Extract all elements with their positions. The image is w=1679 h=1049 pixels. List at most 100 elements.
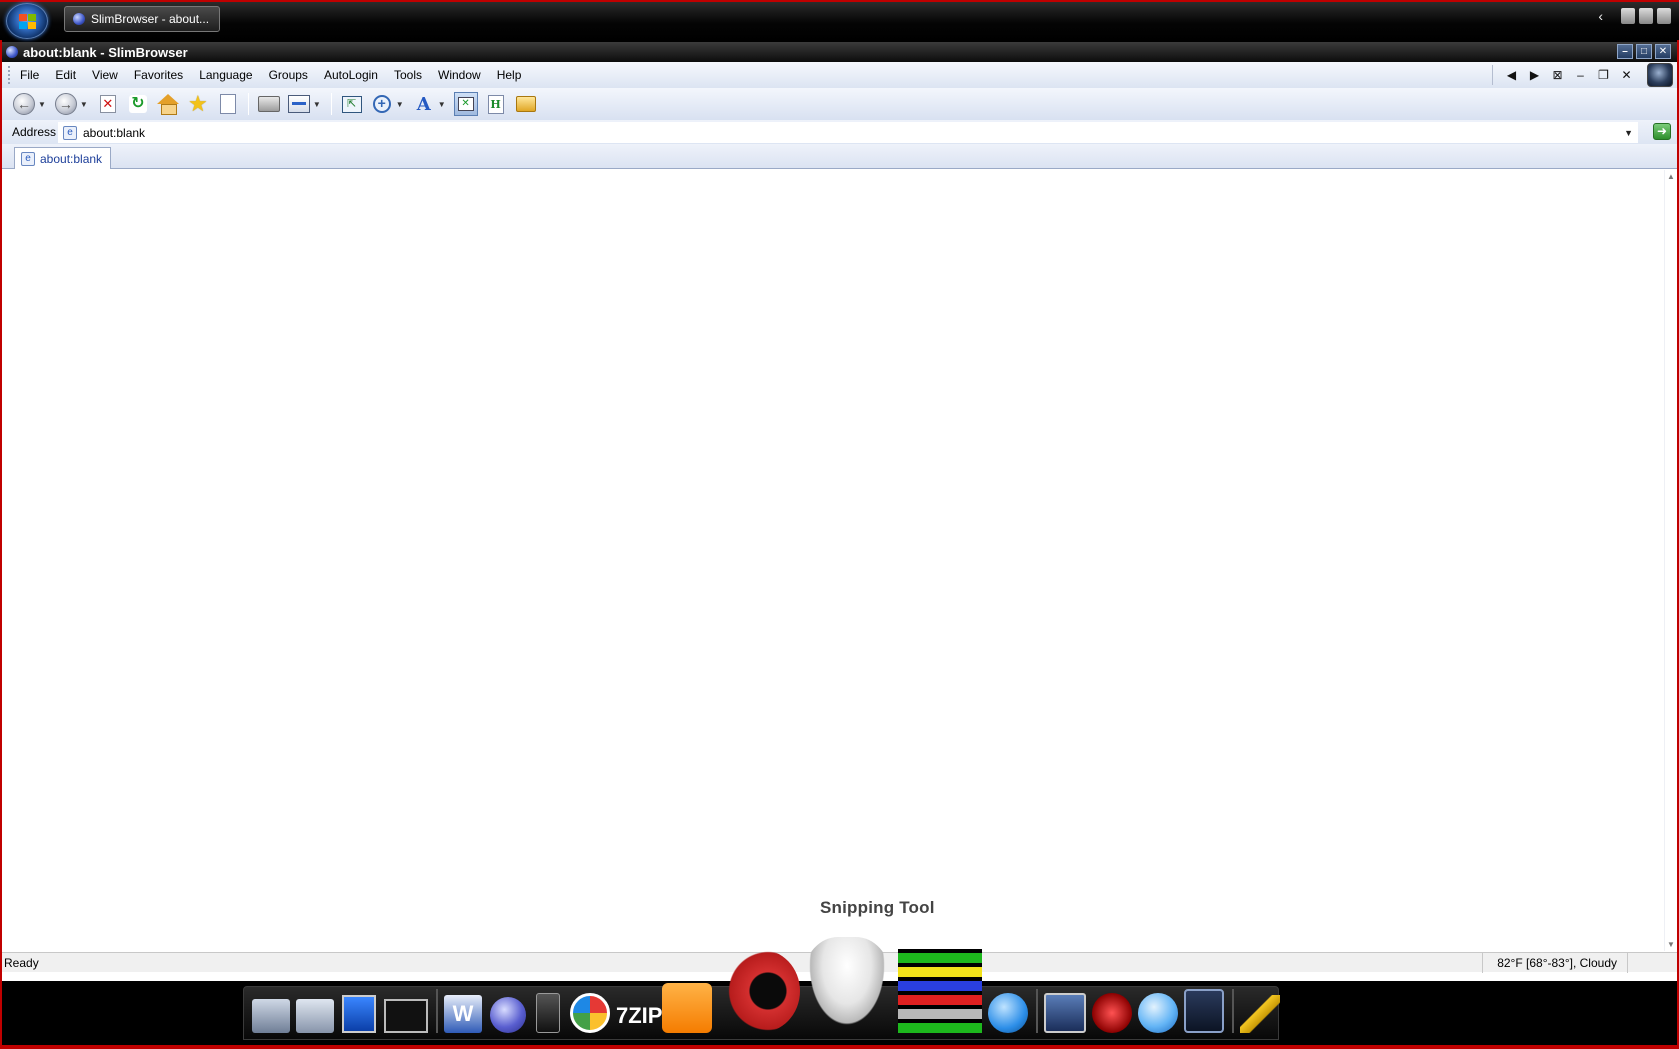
navigation-toolbar: ← ▼ → ▼ ✕ ↻ ★ ▼ ⇱ + ▼ A ▼ ✕ H xyxy=(2,88,1677,120)
print-dropdown-icon[interactable]: ▼ xyxy=(313,100,321,109)
scroll-up-icon[interactable]: ▲ xyxy=(1667,172,1675,181)
network-icon[interactable] xyxy=(296,999,334,1033)
tab-restore-icon[interactable]: ❐ xyxy=(1593,68,1614,82)
zoom-button[interactable]: + xyxy=(370,92,394,116)
snipping-tool-icon[interactable] xyxy=(804,937,890,1033)
weather-status[interactable]: 82°F [68°-83°], Cloudy xyxy=(1482,953,1617,973)
console-icon[interactable] xyxy=(384,999,428,1033)
back-button[interactable]: ← xyxy=(12,92,36,116)
desktop-icon[interactable] xyxy=(342,995,376,1033)
word-icon[interactable]: W xyxy=(444,995,482,1033)
slimbrowser-icon xyxy=(6,46,18,58)
windows-logo-icon xyxy=(19,14,37,30)
resize-icon: ⇱ xyxy=(341,95,362,113)
print-button[interactable] xyxy=(257,92,281,116)
close-button[interactable]: ✕ xyxy=(1655,44,1671,59)
status-text: Ready xyxy=(4,955,39,970)
globe-icon[interactable] xyxy=(1138,993,1178,1033)
throbber-globe-icon xyxy=(1647,63,1673,87)
tab-minimize-icon[interactable]: – xyxy=(1570,68,1591,82)
scroll-down-icon[interactable]: ▼ xyxy=(1667,940,1675,949)
7zip-icon[interactable]: 7ZIP xyxy=(616,999,662,1033)
resize-window-button[interactable]: ⇱ xyxy=(340,92,364,116)
ipod-icon[interactable] xyxy=(536,993,560,1033)
close-all-tabs-icon[interactable]: ⊠ xyxy=(1547,68,1568,82)
new-page-button[interactable] xyxy=(216,92,240,116)
menu-window[interactable]: Window xyxy=(430,62,489,88)
go-button[interactable]: ➜ xyxy=(1653,123,1671,140)
tools-icon[interactable] xyxy=(1240,995,1280,1033)
address-value[interactable]: about:blank xyxy=(83,126,145,140)
font-size-button[interactable]: A xyxy=(412,92,436,116)
computer-icon[interactable] xyxy=(252,999,290,1033)
mdi-controls: ◀ ▶ ⊠ – ❐ ✕ xyxy=(1492,65,1637,85)
page-content[interactable] xyxy=(2,170,1664,951)
picasa-icon[interactable] xyxy=(570,993,610,1033)
messenger-icon[interactable] xyxy=(490,997,526,1033)
tab-about-blank[interactable]: e about:blank xyxy=(14,147,112,169)
tab-close-icon[interactable]: ✕ xyxy=(1616,68,1637,82)
address-dropdown-icon[interactable]: ▼ xyxy=(1624,128,1633,138)
window-title: about:blank - SlimBrowser xyxy=(23,44,188,60)
printer-icon xyxy=(257,96,280,112)
page-icon: e xyxy=(21,151,35,166)
folder-button[interactable] xyxy=(514,92,538,116)
font-dropdown-icon[interactable]: ▼ xyxy=(438,100,446,109)
menu-bar: File Edit View Favorites Language Groups… xyxy=(2,62,1677,88)
back-dropdown-icon[interactable]: ▼ xyxy=(38,100,46,109)
system-tray: ‹ xyxy=(1598,8,1671,24)
settings-icon[interactable] xyxy=(662,983,712,1033)
forward-dropdown-icon[interactable]: ▼ xyxy=(80,100,88,109)
safely-remove-hardware-icon[interactable] xyxy=(1621,8,1635,24)
blank-page-icon xyxy=(219,94,236,114)
maximize-button[interactable]: □ xyxy=(1636,44,1652,59)
popup-blocker-button[interactable]: ✕ xyxy=(453,92,478,116)
menu-view[interactable]: View xyxy=(84,62,126,88)
slimbrowser-icon xyxy=(73,13,85,25)
network-icon[interactable] xyxy=(1639,8,1653,24)
home-button[interactable] xyxy=(156,92,180,116)
start-button[interactable] xyxy=(6,3,48,39)
taskbar-button-label: SlimBrowser - about... xyxy=(91,12,210,26)
menu-file[interactable]: File xyxy=(12,62,47,88)
browser-window: about:blank - SlimBrowser – □ ✕ File Edi… xyxy=(2,42,1677,981)
menu-language[interactable]: Language xyxy=(191,62,260,88)
prev-tab-icon[interactable]: ◀ xyxy=(1501,68,1522,82)
menu-autologin[interactable]: AutoLogin xyxy=(316,62,386,88)
font-icon: A xyxy=(416,93,431,115)
address-bar: Address e about:blank ▼ ➜ xyxy=(2,120,1677,144)
favorites-button[interactable]: ★ xyxy=(186,92,210,116)
star-icon: ★ xyxy=(187,91,208,116)
title-bar[interactable]: about:blank - SlimBrowser – □ ✕ xyxy=(2,42,1677,62)
vertical-scrollbar[interactable]: ▲ ▼ xyxy=(1664,170,1677,951)
menu-groups[interactable]: Groups xyxy=(261,62,316,88)
status-panel xyxy=(1627,953,1667,973)
volume-icon[interactable] xyxy=(1657,8,1671,24)
minimize-button[interactable]: – xyxy=(1617,44,1633,59)
taskbar: SlimBrowser - about... ‹ xyxy=(0,0,1679,40)
tray-expand-chevron-icon[interactable]: ‹ xyxy=(1598,8,1603,24)
autobots-icon[interactable] xyxy=(1184,989,1224,1033)
brick-game-icon[interactable] xyxy=(898,949,982,1033)
forward-arrow-icon: → xyxy=(54,93,77,115)
stop-button[interactable]: ✕ xyxy=(96,92,120,116)
sync-icon[interactable] xyxy=(988,993,1028,1033)
menu-edit[interactable]: Edit xyxy=(47,62,84,88)
tab-label: about:blank xyxy=(40,151,103,166)
print-preview-button[interactable] xyxy=(287,92,311,116)
forward-button[interactable]: → xyxy=(54,92,78,116)
taskbar-slimbrowser-button[interactable]: SlimBrowser - about... xyxy=(64,6,220,32)
emblem-icon[interactable] xyxy=(1092,993,1132,1033)
zoom-dropdown-icon[interactable]: ▼ xyxy=(396,100,404,109)
ccleaner-icon[interactable] xyxy=(720,949,800,1033)
slimbrowser-icon[interactable] xyxy=(1044,993,1086,1033)
popup-blocker-icon: ✕ xyxy=(453,92,478,116)
menu-help[interactable]: Help xyxy=(489,62,530,88)
toolbar-separator xyxy=(330,93,332,115)
menu-favorites[interactable]: Favorites xyxy=(126,62,191,88)
history-button[interactable]: H xyxy=(484,92,508,116)
address-input[interactable]: e about:blank ▼ xyxy=(58,122,1638,143)
menu-tools[interactable]: Tools xyxy=(386,62,430,88)
refresh-button[interactable]: ↻ xyxy=(126,92,150,116)
next-tab-icon[interactable]: ▶ xyxy=(1524,68,1545,82)
